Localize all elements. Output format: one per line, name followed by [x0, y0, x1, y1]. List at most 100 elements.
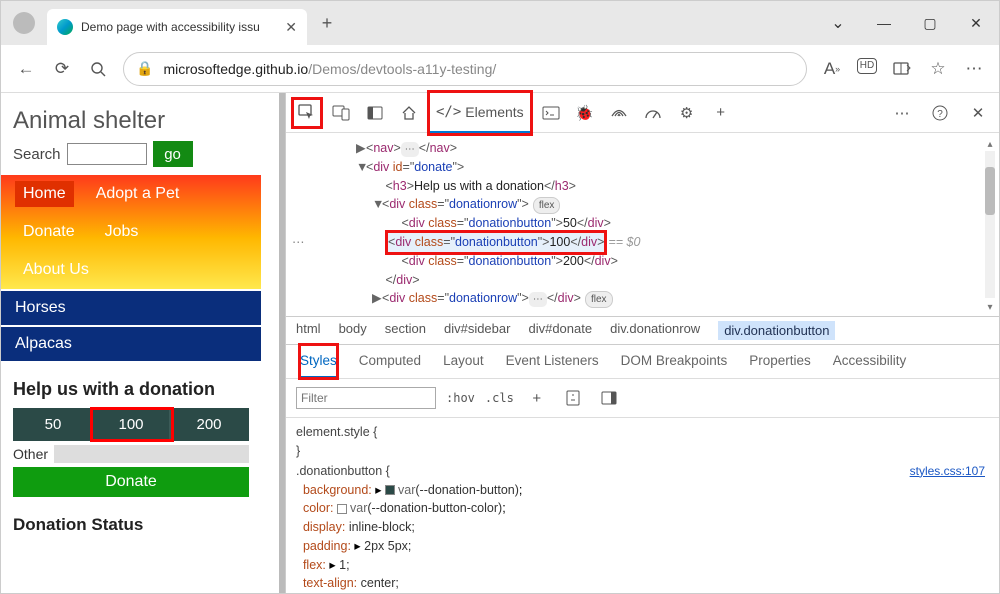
dom-scrollbar[interactable]: ▴▾ — [983, 137, 997, 312]
titlebar: Demo page with accessibility issu ✕ + ⌄ … — [1, 1, 999, 45]
crumb-sidebar[interactable]: div#sidebar — [444, 321, 511, 340]
donate-200[interactable]: 200 — [171, 410, 247, 439]
new-tab-button[interactable]: + — [307, 5, 347, 41]
element-style-selector: element.style { — [296, 423, 989, 442]
breadcrumbs[interactable]: html body section div#sidebar div#donate… — [286, 316, 999, 345]
toggle-panel-icon[interactable] — [596, 385, 622, 411]
close-window-button[interactable]: ✕ — [953, 1, 999, 45]
tab-styles[interactable]: Styles — [300, 345, 337, 378]
main-nav: Home Adopt a Pet Donate Jobs About Us — [1, 175, 261, 289]
tab-computed[interactable]: Computed — [359, 345, 421, 378]
browser-window: Demo page with accessibility issu ✕ + ⌄ … — [0, 0, 1000, 594]
favorite-icon[interactable]: ☆ — [927, 58, 949, 80]
source-link[interactable]: styles.css:107 — [910, 462, 985, 480]
panel-icon[interactable] — [362, 100, 388, 126]
hov-toggle[interactable]: :hov — [446, 391, 475, 405]
performance-icon[interactable] — [640, 100, 666, 126]
gear-icon[interactable]: ⚙ — [674, 100, 700, 126]
demo-page: Animal shelter Search go Home Adopt a Pe… — [1, 93, 261, 539]
edge-icon — [57, 19, 73, 35]
tab-event-listeners[interactable]: Event Listeners — [506, 345, 599, 378]
other-row: Other — [13, 445, 249, 463]
bug-icon[interactable]: 🐞 — [572, 100, 598, 126]
url-box[interactable]: 🔒 microsoftedge.github.io/Demos/devtools… — [123, 52, 807, 86]
crumb-section[interactable]: section — [385, 321, 426, 340]
cls-toggle[interactable]: .cls — [485, 391, 514, 405]
refresh-button[interactable]: ⟳ — [51, 58, 73, 80]
rule-selector: .donationbutton { — [296, 462, 989, 481]
reader-icon[interactable] — [891, 58, 913, 80]
close-devtools-icon[interactable]: ✕ — [965, 100, 991, 126]
read-aloud-icon[interactable]: A» — [821, 58, 843, 80]
hd-icon[interactable]: HD — [857, 58, 877, 74]
tab-close-icon[interactable]: ✕ — [285, 19, 297, 36]
crumb-html[interactable]: html — [296, 321, 321, 340]
search-icon[interactable] — [87, 58, 109, 80]
tab-title: Demo page with accessibility issu — [81, 20, 277, 34]
search-input[interactable] — [67, 143, 147, 165]
page-title: Animal shelter — [1, 101, 261, 139]
go-button[interactable]: go — [153, 141, 193, 167]
elements-tab[interactable]: </> Elements — [430, 93, 530, 133]
search-row: Search go — [1, 139, 261, 175]
other-input[interactable] — [54, 445, 249, 463]
address-bar: ← ⟳ 🔒 microsoftedge.github.io/Demos/devt… — [1, 45, 999, 93]
device-toggle-icon[interactable] — [328, 100, 354, 126]
tab-accessibility[interactable]: Accessibility — [833, 345, 907, 378]
donate-100[interactable]: 100 — [93, 410, 171, 439]
back-button[interactable]: ← — [15, 58, 37, 80]
window-controls: ⌄ — ▢ ✕ — [815, 1, 999, 45]
code-icon: </> — [436, 104, 461, 120]
page-viewport: Animal shelter Search go Home Adopt a Pe… — [1, 93, 279, 593]
nav-jobs[interactable]: Jobs — [97, 219, 147, 245]
more-tools-icon[interactable]: ⋯ — [889, 100, 915, 126]
browser-tab[interactable]: Demo page with accessibility issu ✕ — [47, 9, 307, 45]
styles-pane[interactable]: element.style { } styles.css:107 .donati… — [286, 418, 999, 593]
search-label: Search — [13, 146, 61, 163]
tab-dom-breakpoints[interactable]: DOM Breakpoints — [621, 345, 728, 378]
nav-donate[interactable]: Donate — [15, 219, 83, 245]
console-icon[interactable] — [538, 100, 564, 126]
svg-text:?: ? — [937, 109, 943, 120]
elements-label: Elements — [465, 104, 523, 120]
content-area: Animal shelter Search go Home Adopt a Pe… — [1, 93, 999, 593]
styles-filter-input[interactable] — [296, 387, 436, 409]
add-panel-icon[interactable]: + — [708, 100, 734, 126]
tab-properties[interactable]: Properties — [749, 345, 811, 378]
crumb-row[interactable]: div.donationrow — [610, 321, 700, 340]
more-icon[interactable]: ⋯ — [963, 58, 985, 80]
addrbar-right: A» HD ☆ ⋯ — [821, 58, 985, 80]
selected-dom-node[interactable]: <div class="donationbutton">100</div> — [388, 233, 604, 252]
dom-tree[interactable]: ▴▾ ▶<nav>⋯</nav> ▼<div id="donate"> <h3>… — [286, 133, 999, 316]
nav-home[interactable]: Home — [15, 181, 74, 207]
tabs-overflow-icon[interactable]: ⌄ — [815, 1, 861, 45]
crumb-donate[interactable]: div#donate — [528, 321, 592, 340]
nav-about[interactable]: About Us — [15, 257, 97, 283]
donate-heading: Help us with a donation — [1, 361, 261, 408]
nav-adopt[interactable]: Adopt a Pet — [88, 181, 188, 207]
donate-button[interactable]: Donate — [13, 467, 249, 497]
network-icon[interactable] — [606, 100, 632, 126]
inspect-icon[interactable] — [294, 100, 320, 126]
tab-layout[interactable]: Layout — [443, 345, 484, 378]
styles-pane-tabs: Styles Computed Layout Event Listeners D… — [286, 345, 999, 379]
donation-row: 50 100 200 — [13, 408, 249, 441]
new-style-rule-icon[interactable]: + — [524, 385, 550, 411]
crumb-body[interactable]: body — [339, 321, 367, 340]
maximize-button[interactable]: ▢ — [907, 1, 953, 45]
profile-avatar[interactable] — [13, 12, 35, 34]
other-label: Other — [13, 446, 48, 462]
home-icon[interactable] — [396, 100, 422, 126]
computed-panel-icon[interactable] — [560, 385, 586, 411]
devtools-toolbar: </> Elements 🐞 ⚙ + ⋯ ? — [286, 93, 999, 133]
donation-status-heading: Donation Status — [1, 497, 261, 539]
devtools: </> Elements 🐞 ⚙ + ⋯ ? — [285, 93, 999, 593]
crumb-button[interactable]: div.donationbutton — [718, 321, 835, 340]
help-icon[interactable]: ? — [927, 100, 953, 126]
minimize-button[interactable]: — — [861, 1, 907, 45]
url-text: microsoftedge.github.io/Demos/devtools-a… — [163, 61, 496, 77]
lock-icon: 🔒 — [136, 60, 153, 77]
donate-50[interactable]: 50 — [15, 410, 93, 439]
category-horses[interactable]: Horses — [1, 291, 261, 325]
category-alpacas[interactable]: Alpacas — [1, 327, 261, 361]
